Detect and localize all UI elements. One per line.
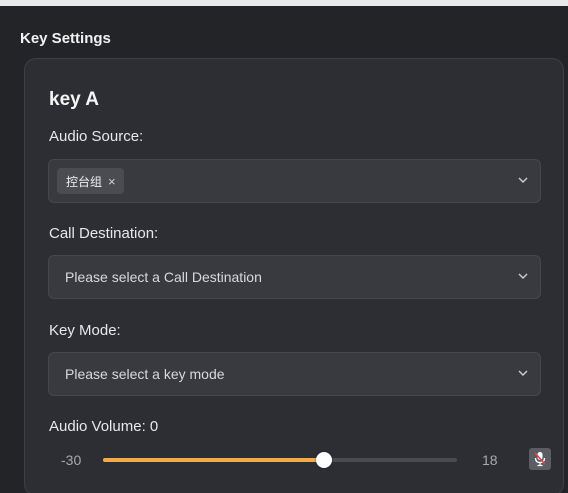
slider-max-label: 18 <box>482 452 498 468</box>
key-card: key A Audio Source: 控台组 × Call Destinati… <box>24 58 564 493</box>
slider-thumb[interactable] <box>316 452 333 468</box>
key-mode-label: Key Mode: <box>49 322 121 339</box>
chevron-down-icon[interactable] <box>516 173 530 187</box>
audio-source-select[interactable]: 控台组 × <box>48 159 541 203</box>
chevron-down-icon[interactable] <box>516 269 530 283</box>
slider-min-label: -30 <box>61 452 82 468</box>
slider-fill <box>103 458 325 462</box>
slider-track[interactable] <box>103 452 457 468</box>
mute-button[interactable] <box>529 448 551 470</box>
chevron-down-icon[interactable] <box>516 366 530 380</box>
key-mode-placeholder: Please select a key mode <box>65 366 225 382</box>
audio-source-tag-label: 控台组 <box>66 174 103 189</box>
key-mode-select[interactable]: Please select a key mode <box>48 352 541 396</box>
key-settings-panel: Key Settings key A Audio Source: 控台组 × C… <box>0 6 568 493</box>
panel-title: Key Settings <box>20 30 111 47</box>
audio-source-label: Audio Source: <box>49 128 144 145</box>
audio-volume-slider: -30 18 <box>49 447 551 473</box>
call-destination-select[interactable]: Please select a Call Destination <box>48 255 541 299</box>
call-destination-label: Call Destination: <box>49 225 159 242</box>
key-title: key A <box>49 89 99 110</box>
audio-source-tag: 控台组 × <box>57 168 124 194</box>
close-icon[interactable]: × <box>108 175 116 188</box>
audio-volume-label: Audio Volume: 0 <box>49 418 159 435</box>
microphone-muted-icon <box>534 452 546 467</box>
call-destination-placeholder: Please select a Call Destination <box>65 269 262 285</box>
